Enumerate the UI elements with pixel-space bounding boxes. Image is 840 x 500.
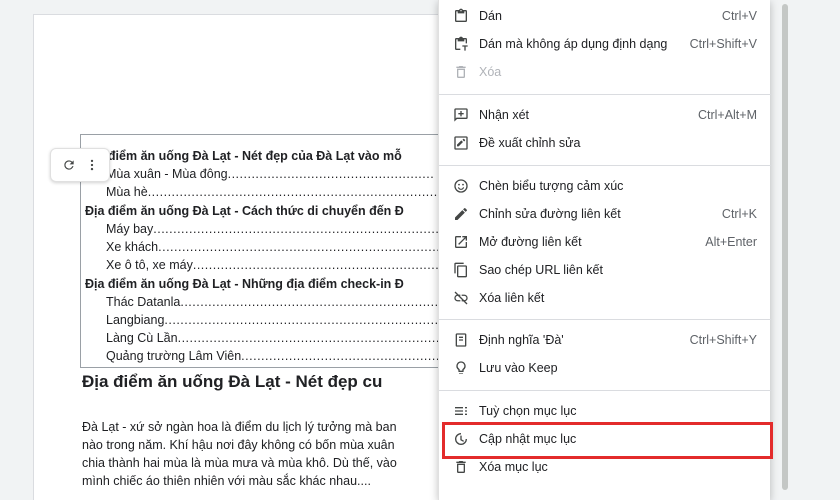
- paragraph-line: nào trong năm. Khí hậu nơi đây không có …: [82, 438, 395, 452]
- menu-item-toc-options[interactable]: Tuỳ chọn mục lục: [439, 397, 771, 425]
- menu-item-copy[interactable]: Sao chép URL liên kết: [439, 256, 771, 284]
- toc-entry-text: Mùa xuân - Mùa đông: [106, 167, 228, 181]
- menu-item-label: Dán: [479, 9, 502, 23]
- menu-item-shortcut: Ctrl+K: [721, 207, 757, 221]
- toc-entry[interactable]: Máy bay.................................…: [106, 220, 440, 238]
- menu-item-shortcut: Ctrl+Shift+V: [689, 37, 757, 51]
- suggest-edit-icon: [452, 134, 470, 152]
- toc-entry[interactable]: Xe ô tô, xe máy.........................…: [106, 256, 440, 274]
- menu-item-dictionary[interactable]: Định nghĩa 'Đà' Ctrl+Shift+Y: [439, 326, 771, 354]
- clipboard-icon: [452, 7, 470, 25]
- toc-entry[interactable]: Mùa xuân - Mùa đông.....................…: [106, 165, 434, 183]
- menu-item-label: Nhận xét: [479, 108, 530, 122]
- toc-leader-dots: ........................................…: [241, 349, 440, 363]
- menu-item-suggest-edit[interactable]: Đề xuất chỉnh sửa: [439, 129, 771, 157]
- paste-no-format-icon: [452, 35, 470, 53]
- toc-toolbar: [50, 148, 110, 182]
- menu-item-pencil[interactable]: Chỉnh sửa đường liên kết Ctrl+K: [439, 200, 771, 228]
- trash-icon: [452, 458, 470, 476]
- menu-item-update-toc[interactable]: Cập nhật mục lục: [439, 425, 771, 453]
- toc-entry[interactable]: Langbiang...............................…: [106, 311, 439, 329]
- menu-item-label: Mở đường liên kết: [479, 235, 582, 249]
- table-of-contents[interactable]: Địa điểm ăn uống Đà Lạt - Nét đẹp của Đà…: [80, 134, 440, 368]
- toc-entry[interactable]: Mùa hè..................................…: [106, 183, 439, 201]
- toc-leader-dots: ........................................…: [158, 240, 440, 254]
- menu-item-label: Định nghĩa 'Đà': [479, 333, 564, 347]
- menu-item-trash[interactable]: Xóa mục lục: [439, 453, 771, 481]
- toc-entry[interactable]: Làng Cù Lần.............................…: [106, 329, 439, 347]
- menu-item-label: Đề xuất chỉnh sửa: [479, 136, 581, 150]
- unlink-icon: [452, 289, 470, 307]
- context-menu: Dán Ctrl+V Dán mà không áp dụng định dạng C…: [438, 0, 771, 500]
- toc-entry-text: Langbiang: [106, 313, 165, 327]
- toc-leader-dots: ........................................…: [180, 295, 440, 309]
- toc-entry-text: Thác Datanla: [106, 295, 181, 309]
- dictionary-icon: [452, 331, 470, 349]
- menu-item-label: Tuỳ chọn mục lục: [479, 404, 577, 418]
- trash-icon: [452, 63, 470, 81]
- menu-item-label: Sao chép URL liên kết: [479, 263, 603, 277]
- refresh-icon[interactable]: [59, 155, 79, 175]
- pencil-icon: [452, 205, 470, 223]
- menu-item-trash: Xóa: [439, 58, 771, 86]
- toc-leader-dots: ........................................…: [153, 222, 440, 236]
- toc-entry-text: Xe khách: [106, 240, 159, 254]
- menu-item-label: Xóa: [479, 65, 502, 79]
- menu-item-open-link[interactable]: Mở đường liên kết Alt+Enter: [439, 228, 771, 256]
- menu-item-shortcut: Ctrl+Alt+M: [697, 108, 757, 122]
- toc-entry-text: Máy bay: [106, 222, 154, 236]
- toc-entry[interactable]: Địa điểm ăn uống Đà Lạt - Cách thức di c…: [85, 202, 404, 220]
- menu-item-label: Chèn biểu tượng cảm xúc: [479, 179, 624, 193]
- more-vert-icon[interactable]: [82, 155, 102, 175]
- menu-item-add-comment[interactable]: Nhận xét Ctrl+Alt+M: [439, 101, 771, 129]
- emoji-icon: [452, 177, 470, 195]
- toc-entry-text: Mùa hè: [106, 185, 148, 199]
- menu-separator: [439, 319, 771, 320]
- paragraph-line: Đà Lạt - xứ sở ngàn hoa là điểm du lịch …: [82, 420, 397, 434]
- menu-item-label: Xóa mục lục: [479, 460, 548, 474]
- toc-entry[interactable]: Quảng trường Lâm Viên...................…: [106, 347, 440, 365]
- toc-entry[interactable]: Xe khách................................…: [106, 238, 440, 256]
- menu-item-shortcut: Ctrl+V: [721, 9, 757, 23]
- menu-item-label: Chỉnh sửa đường liên kết: [479, 207, 621, 221]
- toc-leader-dots: ........................................…: [164, 313, 439, 327]
- toc-leader-dots: ........................................…: [192, 258, 440, 272]
- toc-entry-text: Địa điểm ăn uống Đà Lạt - Những địa điểm…: [85, 277, 404, 291]
- keep-lightbulb-icon: [452, 359, 470, 377]
- toc-entry-text: Địa điểm ăn uống Đà Lạt - Nét đẹp của Đà…: [85, 149, 402, 163]
- add-comment-icon: [452, 106, 470, 124]
- toc-entry-text: Địa điểm ăn uống Đà Lạt - Cách thức di c…: [85, 204, 404, 218]
- toc-options-icon: [452, 402, 470, 420]
- toc-entry[interactable]: Địa điểm ăn uống Đà Lạt - Những địa điểm…: [85, 275, 404, 293]
- menu-item-clipboard[interactable]: Dán Ctrl+V: [439, 2, 771, 30]
- copy-icon: [452, 261, 470, 279]
- toc-leader-dots: ........................................…: [177, 331, 439, 345]
- menu-separator: [439, 165, 771, 166]
- toc-entry[interactable]: Thác Datanla............................…: [106, 293, 440, 311]
- menu-item-label: Cập nhật mục lục: [479, 432, 577, 446]
- menu-item-shortcut: Ctrl+Shift+Y: [689, 333, 757, 347]
- section-heading: Địa điểm ăn uống Đà Lạt - Nét đẹp cu: [82, 372, 383, 391]
- paragraph-line: chia thành hai mùa là mùa mưa và mùa khô…: [82, 456, 397, 470]
- menu-item-unlink[interactable]: Xóa liên kết: [439, 284, 771, 312]
- paragraph-line: mình chiếc áo thiên nhiên với màu sắc kh…: [82, 474, 371, 488]
- open-link-icon: [452, 233, 470, 251]
- menu-item-shortcut: Alt+Enter: [705, 235, 757, 249]
- menu-item-label: Lưu vào Keep: [479, 361, 558, 375]
- update-toc-icon: [452, 430, 470, 448]
- toc-entry[interactable]: Địa điểm ăn uống Đà Lạt - Nét đẹp của Đà…: [85, 147, 402, 165]
- scrollbar-thumb[interactable]: [782, 4, 788, 490]
- toc-leader-dots: ........................................…: [227, 167, 435, 181]
- menu-item-emoji[interactable]: Chèn biểu tượng cảm xúc: [439, 172, 771, 200]
- menu-item-paste-no-format[interactable]: Dán mà không áp dụng định dạng Ctrl+Shift…: [439, 30, 771, 58]
- toc-entry-text: Quảng trường Lâm Viên: [106, 349, 242, 363]
- menu-item-label: Xóa liên kết: [479, 291, 545, 305]
- toc-entry-text: Làng Cù Lần: [106, 331, 178, 345]
- menu-separator: [439, 94, 771, 95]
- menu-separator: [439, 390, 771, 391]
- menu-item-label: Dán mà không áp dụng định dạng: [479, 37, 668, 51]
- toc-entry-text: Xe ô tô, xe máy: [106, 258, 193, 272]
- menu-item-keep-lightbulb[interactable]: Lưu vào Keep: [439, 354, 771, 382]
- toc-leader-dots: ........................................…: [147, 185, 439, 199]
